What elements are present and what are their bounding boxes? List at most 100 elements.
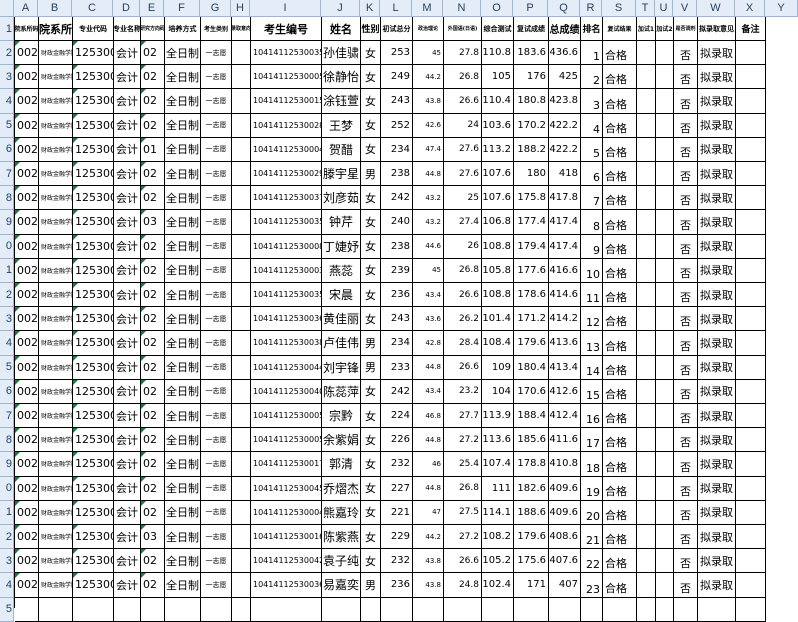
cell-comprehensive-test[interactable]: 109 — [482, 355, 514, 380]
cell-dept[interactable]: 财政金融学院 — [39, 210, 73, 235]
cell-adjusted[interactable]: 否 — [674, 379, 698, 404]
cell-applicant-id[interactable]: 104141125300178 — [251, 452, 322, 477]
cell-major-name[interactable]: 会计 — [114, 573, 141, 598]
cell-major-code[interactable]: 125300 — [73, 331, 114, 356]
cell-applicant-type[interactable]: 一志愿 — [201, 355, 232, 380]
header-cell-applicant-id[interactable]: 考生编号 — [251, 17, 322, 41]
cell-remarks[interactable] — [736, 65, 766, 90]
cell-study-mode[interactable]: 全日制 — [165, 476, 201, 501]
row-header-5[interactable]: 5 — [0, 113, 14, 138]
cell-comprehensive-test[interactable]: 113.6 — [482, 428, 514, 453]
cell-study-mode[interactable]: 全日制 — [165, 404, 201, 429]
cell-extra-test-1[interactable] — [637, 234, 656, 259]
cell-applicant-id[interactable]: 104141125300407 — [251, 379, 322, 404]
cell-name[interactable]: 宋晨 — [322, 283, 361, 308]
cell-extra-test-2[interactable] — [656, 428, 674, 453]
cell-prelim-total[interactable]: 232 — [381, 549, 413, 574]
cell-applicant-type[interactable]: 一志愿 — [201, 162, 232, 187]
cell-comprehensive-test[interactable]: 107.6 — [482, 162, 514, 187]
cell-foreign-language[interactable] — [444, 597, 482, 622]
cell-adjusted[interactable]: 否 — [674, 331, 698, 356]
cell-name[interactable]: 钟芹 — [322, 210, 361, 235]
cell-politics[interactable]: 44.8 — [413, 476, 444, 501]
cell-major-code[interactable]: 125300 — [73, 186, 114, 211]
cell-extra-test-1[interactable] — [637, 283, 656, 308]
cell-admission-opinion[interactable]: 拟录取 — [698, 525, 736, 550]
cell-dept-code[interactable]: 002 — [15, 379, 39, 404]
cell-dept[interactable]: 财政金融学院 — [39, 331, 73, 356]
cell-extra-test-1[interactable] — [637, 573, 656, 598]
cell-admission-intent[interactable] — [232, 355, 251, 380]
cell-major-code[interactable]: 125300 — [73, 379, 114, 404]
cell-prelim-total[interactable]: 226 — [381, 428, 413, 453]
cell-applicant-type[interactable]: 一志愿 — [201, 65, 232, 90]
cell-politics[interactable] — [413, 597, 444, 622]
cell-adjusted[interactable]: 否 — [674, 234, 698, 259]
cell-comprehensive-test[interactable]: 108.2 — [482, 525, 514, 550]
cell-foreign-language[interactable]: 26.8 — [444, 476, 482, 501]
cell-adjusted[interactable]: 否 — [674, 258, 698, 283]
cell-direction-code[interactable]: 02 — [141, 89, 165, 114]
cell-major-code[interactable]: 125300 — [73, 283, 114, 308]
cell-direction-code[interactable]: 02 — [141, 234, 165, 259]
cell-rank[interactable]: 14 — [581, 355, 603, 380]
cell-admission-intent[interactable] — [232, 573, 251, 598]
column-header-h[interactable]: H — [231, 0, 250, 17]
cell-comprehensive-test[interactable]: 102.4 — [482, 573, 514, 598]
header-cell-gender[interactable]: 性别 — [361, 17, 381, 41]
cell-applicant-id[interactable]: 104141125300365 — [251, 573, 322, 598]
cell-politics[interactable]: 47 — [413, 500, 444, 525]
row-header-11[interactable]: 1 — [0, 258, 14, 283]
cell-gender[interactable]: 女 — [361, 500, 381, 525]
cell-remarks[interactable] — [736, 234, 766, 259]
cell-admission-opinion[interactable]: 拟录取 — [698, 379, 736, 404]
cell-dept-code[interactable]: 002 — [15, 476, 39, 501]
cell-retest-score[interactable]: 179.6 — [514, 525, 549, 550]
cell-dept[interactable]: 财政金融学院 — [39, 307, 73, 332]
cell-major-name[interactable]: 会计 — [114, 549, 141, 574]
column-header-w[interactable]: W — [697, 0, 735, 17]
column-header-v[interactable]: V — [673, 0, 697, 17]
cell-prelim-total[interactable]: 229 — [381, 525, 413, 550]
cell-dept-code[interactable]: 002 — [15, 331, 39, 356]
cell-dept[interactable]: 财政金融学院 — [39, 476, 73, 501]
cell-admission-intent[interactable] — [232, 597, 251, 622]
cell-major-code[interactable]: 125300 — [73, 500, 114, 525]
cell-direction-code[interactable]: 02 — [141, 379, 165, 404]
cell-comprehensive-test[interactable] — [482, 597, 514, 622]
header-cell-foreign-language[interactable]: 外国语(日语) — [444, 17, 482, 41]
cell-remarks[interactable] — [736, 597, 766, 622]
cell-dept[interactable]: 财政金融学院 — [39, 355, 73, 380]
cell-dept[interactable]: 财政金融学院 — [39, 428, 73, 453]
cell-dept[interactable]: 财政金融学院 — [39, 573, 73, 598]
cell-applicant-type[interactable]: 一志愿 — [201, 331, 232, 356]
cell-extra-test-1[interactable] — [637, 113, 656, 138]
cell-gender[interactable]: 女 — [361, 525, 381, 550]
cell-study-mode[interactable] — [165, 597, 201, 622]
cell-name[interactable]: 宗黔 — [322, 404, 361, 429]
cell-politics[interactable]: 45 — [413, 258, 444, 283]
cell-comprehensive-test[interactable]: 106.8 — [482, 210, 514, 235]
header-cell-name[interactable]: 姓名 — [322, 17, 361, 41]
column-header-l[interactable]: L — [380, 0, 412, 17]
cell-major-name[interactable]: 会计 — [114, 162, 141, 187]
cell-dept[interactable]: 财政金融学院 — [39, 113, 73, 138]
cell-extra-test-1[interactable] — [637, 452, 656, 477]
cell-foreign-language[interactable]: 24.8 — [444, 573, 482, 598]
cell-gender[interactable]: 女 — [361, 379, 381, 404]
cell-admission-intent[interactable] — [232, 89, 251, 114]
cell-direction-code[interactable]: 02 — [141, 162, 165, 187]
cell-gender[interactable]: 女 — [361, 452, 381, 477]
row-header-8[interactable]: 8 — [0, 186, 14, 211]
cell-comprehensive-test[interactable]: 113.9 — [482, 404, 514, 429]
cell-prelim-total[interactable]: 242 — [381, 186, 413, 211]
cell-study-mode[interactable]: 全日制 — [165, 234, 201, 259]
cell-major-code[interactable] — [73, 597, 114, 622]
header-cell-retest-result[interactable]: 复试结果 — [603, 17, 637, 41]
cell-major-code[interactable]: 125300 — [73, 41, 114, 66]
header-cell-politics[interactable]: 政治理论 — [413, 17, 444, 41]
cell-admission-intent[interactable] — [232, 404, 251, 429]
header-cell-adjusted[interactable]: 是否调剂 — [674, 17, 698, 41]
cell-major-code[interactable]: 125300 — [73, 476, 114, 501]
cell-adjusted[interactable]: 否 — [674, 500, 698, 525]
